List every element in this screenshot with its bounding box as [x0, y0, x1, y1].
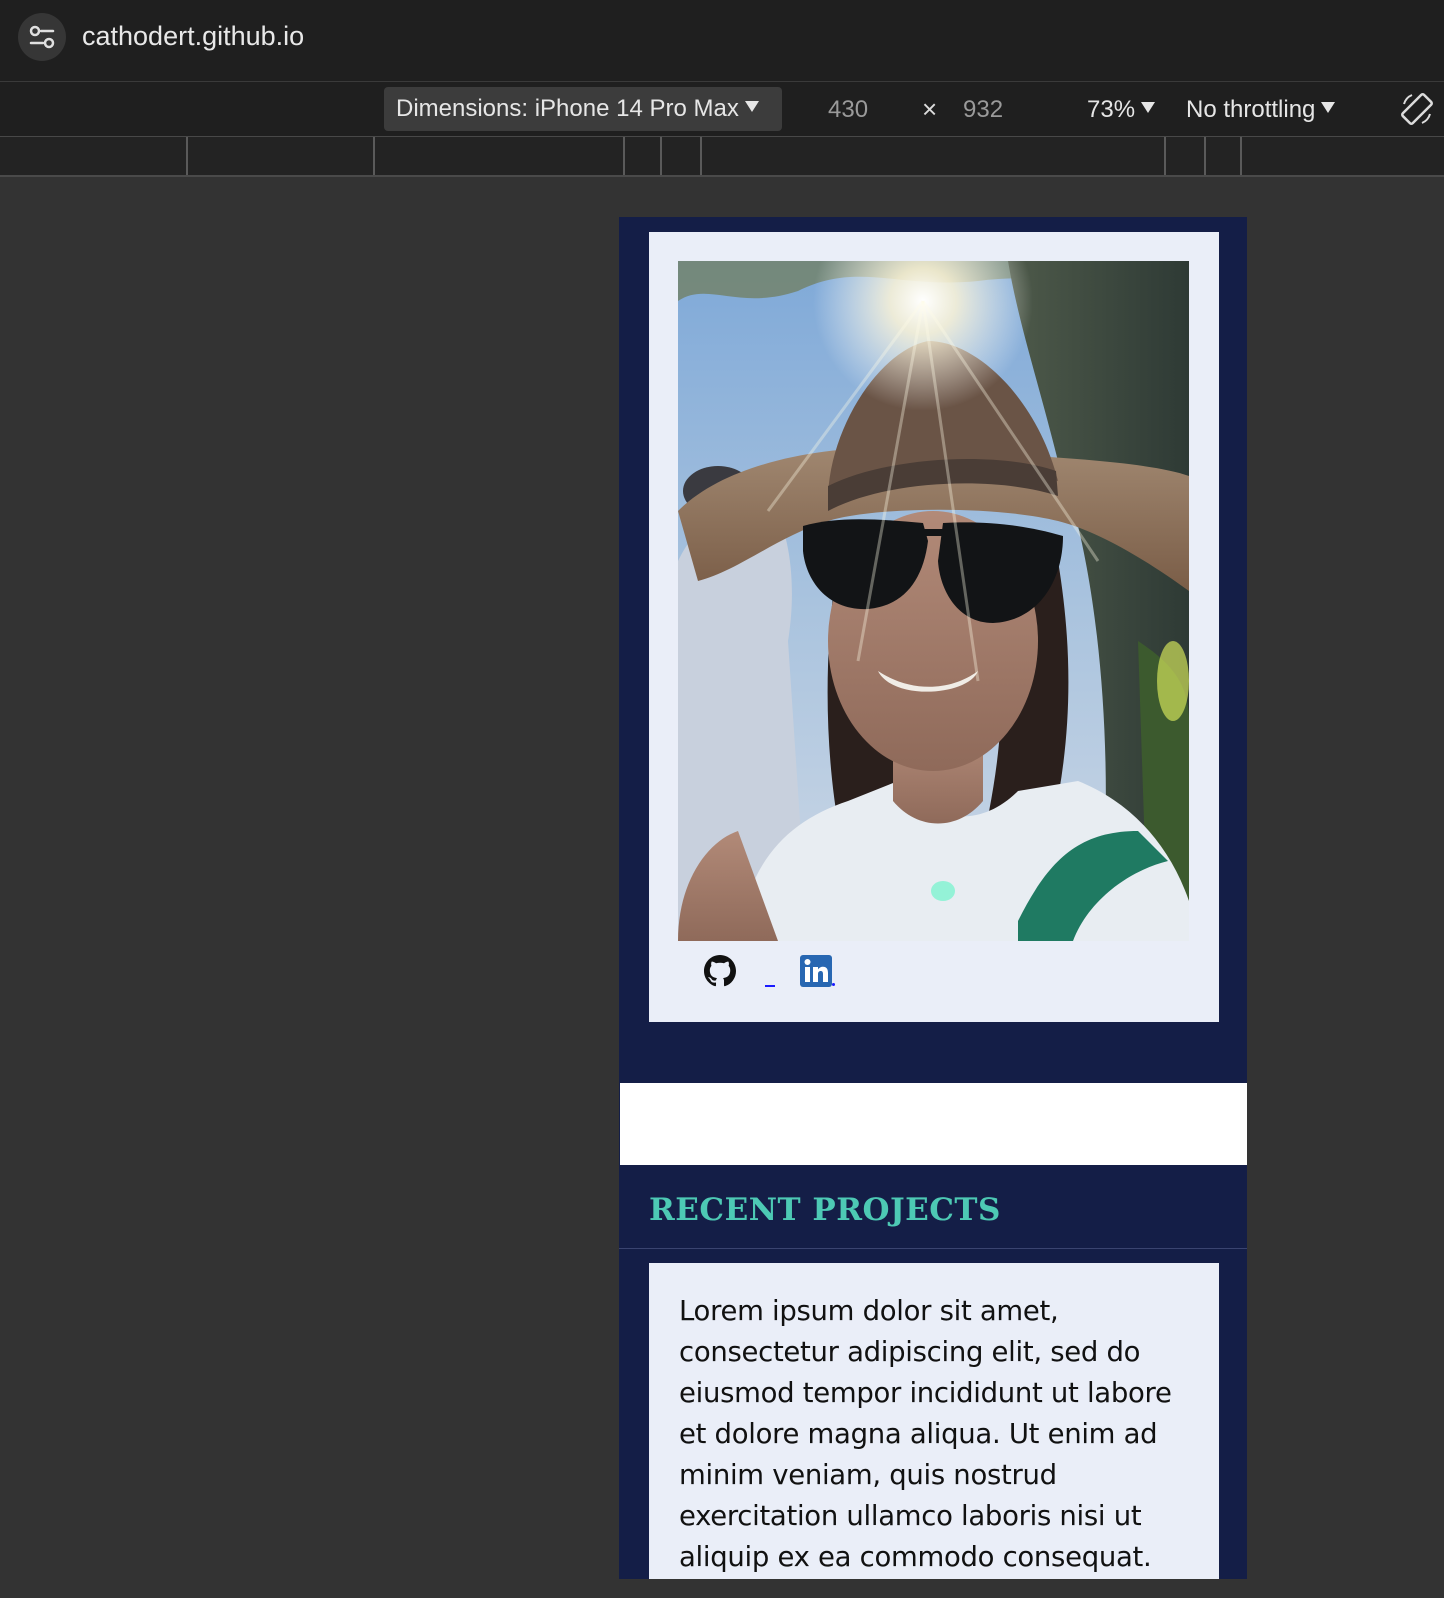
chevron-down-icon — [744, 101, 759, 113]
dimensions-dropdown[interactable]: Dimensions: iPhone 14 Pro Max — [384, 87, 782, 131]
height-input[interactable]: 932 — [963, 96, 1003, 124]
project-card: Lorem ipsum dolor sit amet, consectetur … — [649, 1263, 1219, 1579]
spacer-band — [620, 1083, 1247, 1165]
device-toolbar: Dimensions: iPhone 14 Pro Max 430 × 932 … — [0, 82, 1444, 137]
throttling-label: No throttling — [1186, 96, 1316, 123]
ruler-tick[interactable] — [373, 137, 375, 175]
ruler-tick[interactable] — [186, 137, 188, 175]
media-query-ruler — [0, 137, 1444, 177]
github-icon[interactable] — [704, 955, 736, 987]
chevron-down-icon — [1321, 102, 1336, 114]
ruler-tick[interactable] — [1240, 137, 1242, 175]
link-underline[interactable] — [832, 983, 835, 986]
rotate-icon[interactable] — [1398, 90, 1436, 128]
zoom-dropdown[interactable]: 73% — [1087, 96, 1156, 124]
dimension-separator: × — [922, 94, 938, 124]
url-text[interactable]: cathodert.github.io — [82, 18, 304, 54]
ruler-tick[interactable] — [660, 137, 662, 175]
project-description: Lorem ipsum dolor sit amet, consectetur … — [679, 1295, 1172, 1573]
device-viewport: RECENT PROJECTS Lorem ipsum dolor sit am… — [619, 217, 1247, 1579]
site-info-button[interactable] — [18, 13, 66, 61]
throttling-dropdown[interactable]: No throttling — [1186, 96, 1336, 124]
width-input[interactable]: 430 — [828, 96, 868, 124]
dimensions-label: Dimensions: iPhone 14 Pro Max — [396, 95, 739, 122]
zoom-label: 73% — [1087, 96, 1136, 123]
chevron-down-icon — [1141, 102, 1156, 114]
tune-icon — [29, 25, 55, 49]
profile-photo — [678, 261, 1189, 941]
ruler-tick[interactable] — [623, 137, 625, 175]
profile-card — [649, 232, 1219, 1022]
section-title: RECENT PROJECTS — [649, 1192, 1001, 1228]
ruler-tick[interactable] — [700, 137, 702, 175]
ruler-tick[interactable] — [1164, 137, 1166, 175]
linkedin-icon[interactable] — [800, 955, 832, 987]
link-underline[interactable] — [765, 985, 775, 987]
section-divider — [619, 1248, 1247, 1249]
ruler-tick[interactable] — [1204, 137, 1206, 175]
address-bar: cathodert.github.io — [0, 0, 1444, 82]
